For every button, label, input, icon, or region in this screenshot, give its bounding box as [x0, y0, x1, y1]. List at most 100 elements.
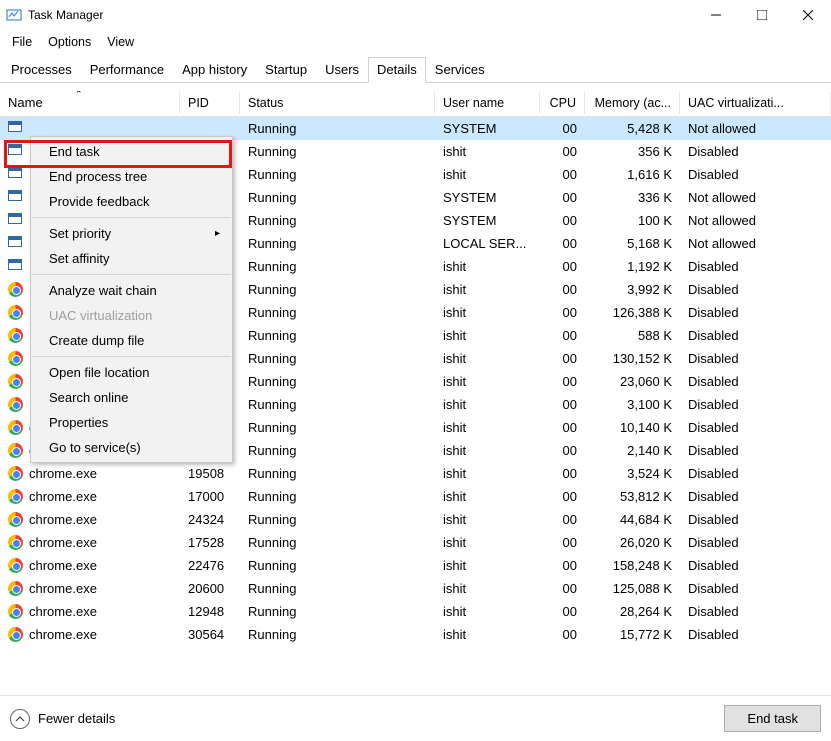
ctx-open-file-location[interactable]: Open file location: [31, 360, 232, 385]
table-row[interactable]: chrome.exe30564Runningishit0015,772 KDis…: [0, 623, 831, 646]
cell-uac: Disabled: [680, 418, 831, 437]
cell-status: Running: [240, 326, 435, 345]
cell-memory: 23,060 K: [585, 372, 680, 391]
cell-cpu: 00: [540, 441, 585, 460]
cell-status: Running: [240, 487, 435, 506]
cell-memory: 1,192 K: [585, 257, 680, 276]
ctx-provide-feedback[interactable]: Provide feedback: [31, 189, 232, 214]
table-row[interactable]: chrome.exe22476Runningishit00158,248 KDi…: [0, 554, 831, 577]
cell-cpu: 00: [540, 510, 585, 529]
tab-services[interactable]: Services: [426, 57, 494, 83]
cell-cpu: 00: [540, 280, 585, 299]
ctx-separator: [32, 217, 231, 218]
cell-status: Running: [240, 372, 435, 391]
minimize-button[interactable]: [693, 0, 739, 30]
menu-options[interactable]: Options: [40, 32, 99, 52]
cell-memory: 53,812 K: [585, 487, 680, 506]
menu-file[interactable]: File: [4, 32, 40, 52]
fewer-details-button[interactable]: Fewer details: [10, 709, 115, 729]
column-pid[interactable]: PID: [180, 92, 240, 114]
chevron-up-icon: [10, 709, 30, 729]
column-memory[interactable]: Memory (ac...: [585, 92, 680, 114]
cell-uac: Disabled: [680, 441, 831, 460]
cell-status: Running: [240, 280, 435, 299]
chrome-icon: [8, 328, 23, 343]
cell-uac: Disabled: [680, 372, 831, 391]
ctx-end-process-tree[interactable]: End process tree: [31, 164, 232, 189]
tab-processes[interactable]: Processes: [2, 57, 81, 83]
tab-details[interactable]: Details: [368, 57, 426, 83]
ctx-search-online[interactable]: Search online: [31, 385, 232, 410]
cell-uac: Disabled: [680, 326, 831, 345]
cell-cpu: 00: [540, 349, 585, 368]
column-status[interactable]: Status: [240, 92, 435, 114]
cell-user: ishit: [435, 257, 540, 276]
table-row[interactable]: chrome.exe17000Runningishit0053,812 KDis…: [0, 485, 831, 508]
cell-pid: 17000: [180, 487, 240, 506]
table-row[interactable]: chrome.exe17528Runningishit0026,020 KDis…: [0, 531, 831, 554]
menu-view[interactable]: View: [99, 32, 142, 52]
cell-cpu: 00: [540, 188, 585, 207]
cell-user: ishit: [435, 349, 540, 368]
process-name: chrome.exe: [29, 627, 97, 642]
cell-memory: 2,140 K: [585, 441, 680, 460]
table-row[interactable]: chrome.exe20600Runningishit00125,088 KDi…: [0, 577, 831, 600]
tab-startup[interactable]: Startup: [256, 57, 316, 83]
cell-pid: 12948: [180, 602, 240, 621]
cell-status: Running: [240, 510, 435, 529]
cell-uac: Not allowed: [680, 119, 831, 138]
tab-performance[interactable]: Performance: [81, 57, 173, 83]
cell-user: ishit: [435, 602, 540, 621]
cell-user: ishit: [435, 280, 540, 299]
cell-status: Running: [240, 464, 435, 483]
cell-cpu: 00: [540, 372, 585, 391]
application-icon: [8, 190, 22, 201]
cell-user: ishit: [435, 395, 540, 414]
tab-app-history[interactable]: App history: [173, 57, 256, 83]
close-button[interactable]: [785, 0, 831, 30]
cell-uac: Disabled: [680, 487, 831, 506]
cell-status: Running: [240, 349, 435, 368]
end-task-button[interactable]: End task: [724, 705, 821, 732]
cell-memory: 26,020 K: [585, 533, 680, 552]
cell-name: chrome.exe: [0, 579, 180, 599]
table-row[interactable]: chrome.exe12948Runningishit0028,264 KDis…: [0, 600, 831, 623]
cell-status: Running: [240, 441, 435, 460]
cell-uac: Disabled: [680, 395, 831, 414]
cell-uac: Disabled: [680, 510, 831, 529]
cell-cpu: 00: [540, 165, 585, 184]
ctx-end-task[interactable]: End task: [31, 139, 232, 164]
cell-cpu: 00: [540, 257, 585, 276]
ctx-set-priority[interactable]: Set priority▸: [31, 221, 232, 246]
cell-status: Running: [240, 142, 435, 161]
cell-memory: 356 K: [585, 142, 680, 161]
process-name: chrome.exe: [29, 581, 97, 596]
cell-user: ishit: [435, 556, 540, 575]
table-row[interactable]: chrome.exe24324Runningishit0044,684 KDis…: [0, 508, 831, 531]
ctx-properties[interactable]: Properties: [31, 410, 232, 435]
ctx-uac-virtualization: UAC virtualization: [31, 303, 232, 328]
cell-user: ishit: [435, 579, 540, 598]
tab-users[interactable]: Users: [316, 57, 368, 83]
cell-user: ishit: [435, 487, 540, 506]
ctx-set-affinity[interactable]: Set affinity: [31, 246, 232, 271]
ctx-go-to-services[interactable]: Go to service(s): [31, 435, 232, 460]
application-icon: [8, 236, 22, 247]
cell-pid: [180, 127, 240, 131]
cell-status: Running: [240, 418, 435, 437]
ctx-analyze-wait-chain[interactable]: Analyze wait chain: [31, 278, 232, 303]
cell-memory: 158,248 K: [585, 556, 680, 575]
cell-cpu: 00: [540, 464, 585, 483]
cell-pid: 22476: [180, 556, 240, 575]
cell-cpu: 00: [540, 326, 585, 345]
ctx-create-dump-file[interactable]: Create dump file: [31, 328, 232, 353]
column-cpu[interactable]: CPU: [540, 92, 585, 114]
column-name[interactable]: Name⌃: [0, 91, 180, 114]
table-row[interactable]: chrome.exe19508Runningishit003,524 KDisa…: [0, 462, 831, 485]
column-uac[interactable]: UAC virtualizati...: [680, 92, 831, 114]
cell-status: Running: [240, 119, 435, 138]
cell-memory: 3,524 K: [585, 464, 680, 483]
cell-status: Running: [240, 533, 435, 552]
maximize-button[interactable]: [739, 0, 785, 30]
column-user[interactable]: User name: [435, 92, 540, 114]
